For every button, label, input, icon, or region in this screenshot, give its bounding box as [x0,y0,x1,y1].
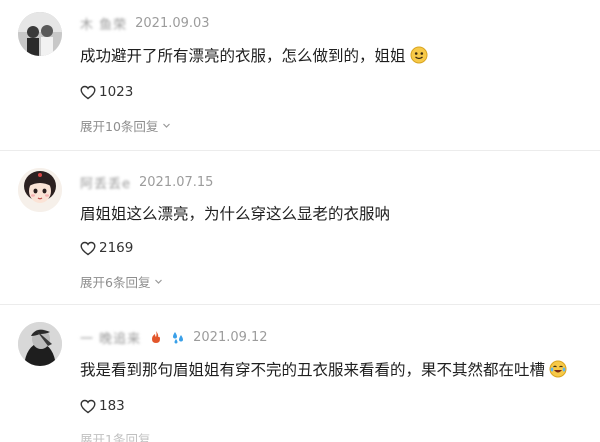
expand-replies-label: 展开6条回复 [80,275,151,290]
username[interactable]: 一 晚追来 [80,328,141,347]
comment-text-row: 我是看到那句眉姐姐有穿不完的丑衣服来看看的，果不其然都在吐槽 [80,358,567,380]
like-button[interactable]: 183 [80,398,125,414]
comment-text: 眉姐姐这么漂亮，为什么穿这么显老的衣服呐 [80,205,391,223]
comment-text-row: 眉姐姐这么漂亮，为什么穿这么显老的衣服呐 [80,202,390,224]
like-button[interactable]: 1023 [80,84,133,100]
comment-date: 2021.09.03 [135,15,210,31]
expand-replies-label: 展开1条回复 [80,432,151,442]
expand-replies-button[interactable]: 展开10条回复 [80,116,171,135]
comment-item: 阿丢丢e 2021.07.15 眉姐姐这么漂亮，为什么穿这么显老的衣服呐 216… [0,151,600,301]
comment-text: 我是看到那句眉姐姐有穿不完的丑衣服来看看的，果不其然都在吐槽 [80,361,546,379]
like-count: 1023 [99,84,134,100]
fire-badge-icon [149,330,163,344]
smile-emoji-icon [410,46,428,64]
avatar-cartoon-girl-icon [18,168,62,212]
heart-outline-icon [80,399,96,414]
chevron-down-icon [154,277,163,286]
comment-text-row: 成功避开了所有漂亮的衣服，怎么做到的，姐姐 [80,44,428,66]
water-drops-icon [171,330,185,344]
expand-replies-button[interactable]: 展开1条回复 [80,429,150,442]
expand-replies-button[interactable]: 展开6条回复 [80,272,163,291]
heart-outline-icon [80,241,96,256]
avatar-photo-icon [18,322,62,366]
avatar-photo-icon [18,12,62,56]
like-button[interactable]: 2169 [80,240,133,256]
like-count: 2169 [99,240,134,256]
user-avatar[interactable] [18,168,62,212]
laugh-cry-emoji-icon [549,360,567,378]
heart-outline-icon [80,85,96,100]
comment-item: 一 晚追来 2021.09.12 我是看到那句眉姐姐有穿不完的丑衣服来看看的，果… [0,305,600,442]
comment-date: 2021.07.15 [139,174,214,190]
user-avatar[interactable] [18,12,62,56]
comment-item: 木 鱼荣 2021.09.03 成功避开了所有漂亮的衣服，怎么做到的，姐姐 10… [0,0,600,148]
username[interactable]: 阿丢丢e [80,173,131,192]
username[interactable]: 木 鱼荣 [80,14,127,33]
comment-date: 2021.09.12 [193,329,268,345]
like-count: 183 [99,398,125,414]
comment-text: 成功避开了所有漂亮的衣服，怎么做到的，姐姐 [80,47,406,65]
user-avatar[interactable] [18,322,62,366]
expand-replies-label: 展开10条回复 [80,119,159,134]
chevron-down-icon [162,121,171,130]
